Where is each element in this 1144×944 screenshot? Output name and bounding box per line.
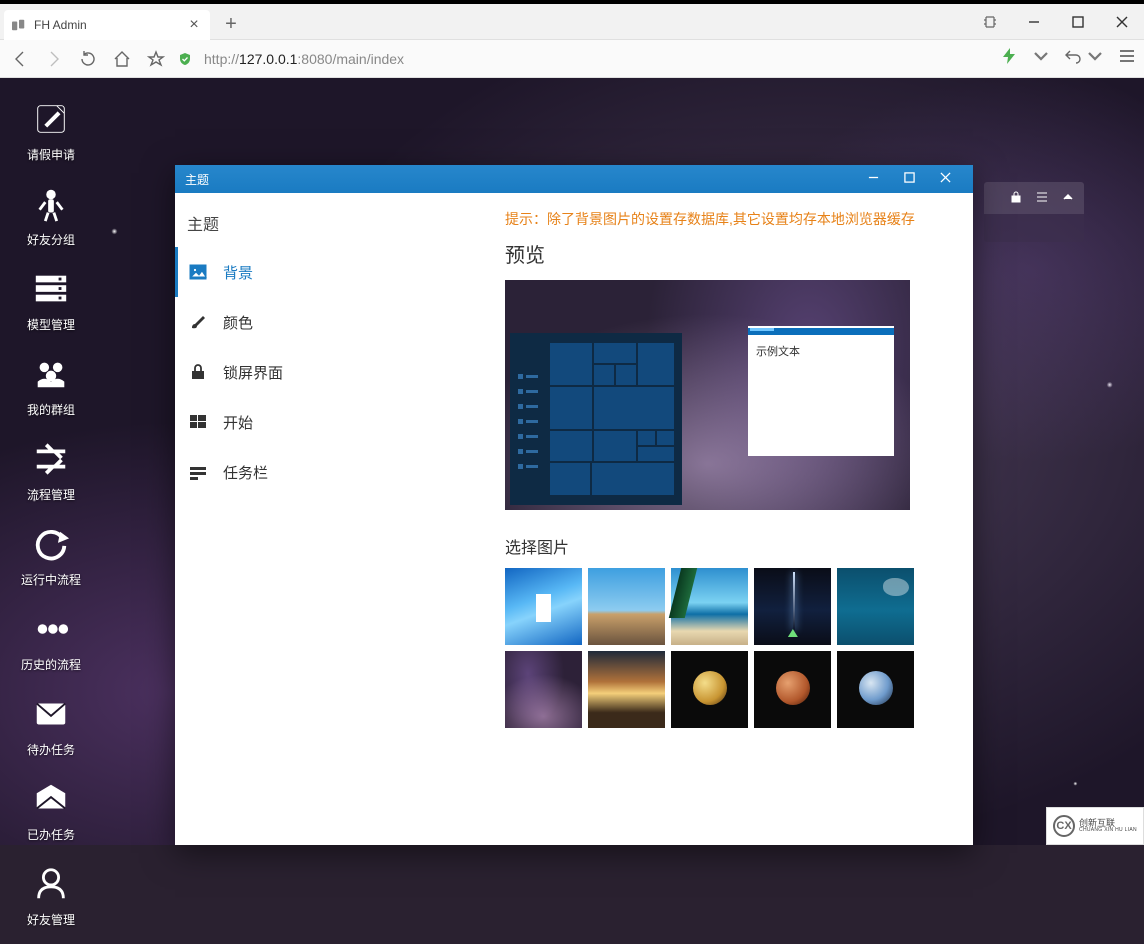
theme-preview: 示例文本 <box>505 280 910 510</box>
wallpaper-thumb[interactable] <box>588 568 665 645</box>
sidebar-item-color[interactable]: 颜色 <box>175 297 505 347</box>
browser-menu-icon[interactable] <box>1118 47 1136 70</box>
windows-icon <box>189 413 207 431</box>
sidebar-item-label: 背景 <box>223 262 253 283</box>
undo-icon[interactable] <box>1064 47 1082 70</box>
tab-favicon <box>12 19 26 31</box>
desktop-icon-grid: 请假申请 好友分组 模型管理 我的群组 流程管理 运行中流程 历史的流程 待办 <box>8 94 178 944</box>
browser-tab[interactable]: FH Admin × <box>4 10 210 40</box>
tip-text: 提示：除了背景图片的设置存数据库,其它设置均存本地浏览器缓存 <box>505 209 955 229</box>
wallpaper-thumb[interactable] <box>505 651 582 728</box>
browser-addressbar: http://127.0.0.1:8080/main/index <box>0 40 1144 78</box>
dialog-close-button[interactable] <box>927 172 963 186</box>
desktop-icon-label: 模型管理 <box>12 316 90 333</box>
window-maximize-button[interactable] <box>1056 4 1100 40</box>
new-tab-button[interactable]: + <box>216 10 246 40</box>
dialog-titlebar[interactable]: 主题 <box>175 165 973 193</box>
wallpaper-thumb[interactable] <box>837 651 914 728</box>
lock-icon[interactable] <box>1010 191 1022 206</box>
desktop-icon-label: 流程管理 <box>12 486 90 503</box>
sidebar-item-label: 开始 <box>223 412 253 433</box>
desktop-icon-label: 好友管理 <box>12 911 90 928</box>
tab-close-icon[interactable]: × <box>186 16 202 34</box>
sidebar-item-label: 锁屏界面 <box>223 362 283 383</box>
desktop-icon-label: 待办任务 <box>12 741 90 758</box>
wallpaper-thumb[interactable] <box>505 568 582 645</box>
window-minimize-button[interactable] <box>1012 4 1056 40</box>
nav-favorite-button[interactable] <box>144 50 168 68</box>
wallpaper-thumb[interactable] <box>671 568 748 645</box>
watermark: CX 创新互联 CHUANG XIN HU LIAN <box>1046 807 1144 845</box>
watermark-sub: CHUANG XIN HU LIAN <box>1079 828 1137 833</box>
menu-list-icon[interactable] <box>1036 191 1048 206</box>
desktop-icon-my-group[interactable]: 我的群组 <box>12 353 90 418</box>
desktop-icon-friend-manage[interactable]: 好友管理 <box>12 863 90 928</box>
wallpaper-thumb[interactable] <box>754 651 831 728</box>
url-host: 127.0.0.1 <box>239 51 297 67</box>
taskbar-icon <box>189 463 207 481</box>
sidebar-item-label: 任务栏 <box>223 462 268 483</box>
desktop-icon-running-flow[interactable]: 运行中流程 <box>12 523 90 588</box>
url-prefix: http:// <box>204 51 239 67</box>
sidebar-item-taskbar[interactable]: 任务栏 <box>175 447 505 497</box>
dialog-maximize-button[interactable] <box>891 172 927 186</box>
preview-heading: 预览 <box>505 239 955 268</box>
desktop-icon-label: 请假申请 <box>12 146 90 163</box>
dialog-main: 提示：除了背景图片的设置存数据库,其它设置均存本地浏览器缓存 预览 <box>505 193 973 845</box>
dialog-title: 主题 <box>185 171 855 188</box>
lock-icon <box>189 363 207 381</box>
nav-forward-button[interactable] <box>42 50 66 68</box>
wallpaper-thumb[interactable] <box>837 568 914 645</box>
sidebar-heading: 主题 <box>175 193 505 247</box>
desktop-icon-done-task[interactable]: 已办任务 <box>12 778 90 843</box>
fast-dropdown-icon[interactable] <box>1032 47 1050 70</box>
desktop: 请假申请 好友分组 模型管理 我的群组 流程管理 运行中流程 历史的流程 待办 <box>0 78 1144 845</box>
browser-extension-icon[interactable] <box>968 4 1012 40</box>
desktop-icon-leave-apply[interactable]: 请假申请 <box>12 98 90 163</box>
picture-icon <box>189 263 207 281</box>
desktop-icon-flow-manage[interactable]: 流程管理 <box>12 438 90 503</box>
background-panel <box>984 182 1084 242</box>
nav-reload-button[interactable] <box>76 50 100 68</box>
desktop-icon-label: 运行中流程 <box>12 571 90 588</box>
wallpaper-thumb[interactable] <box>671 651 748 728</box>
chevron-up-icon[interactable] <box>1062 191 1074 206</box>
desktop-icon-label: 我的群组 <box>12 401 90 418</box>
desktop-icon-label: 已办任务 <box>12 826 90 843</box>
wallpaper-thumbnails <box>505 568 925 728</box>
sidebar-item-background[interactable]: 背景 <box>175 247 505 297</box>
sidebar-item-lockscreen[interactable]: 锁屏界面 <box>175 347 505 397</box>
brush-icon <box>189 313 207 331</box>
undo-dropdown-icon[interactable] <box>1086 47 1104 70</box>
desktop-icon-label: 历史的流程 <box>12 656 90 673</box>
shield-icon <box>178 52 192 66</box>
sample-text: 示例文本 <box>748 335 894 367</box>
preview-sample-window: 示例文本 <box>748 326 894 456</box>
desktop-icon-model-manage[interactable]: 模型管理 <box>12 268 90 333</box>
tab-title: FH Admin <box>34 18 186 32</box>
choose-heading: 选择图片 <box>505 534 955 558</box>
browser-tabstrip: FH Admin × + <box>0 4 1144 40</box>
theme-dialog: 主题 主题 背景 颜色 锁屏界面 <box>175 165 973 845</box>
url-field[interactable]: http://127.0.0.1:8080/main/index <box>178 51 990 67</box>
wallpaper-thumb[interactable] <box>588 651 665 728</box>
desktop-icon-history-flow[interactable]: 历史的流程 <box>12 608 90 673</box>
sidebar-item-label: 颜色 <box>223 312 253 333</box>
sidebar-item-start[interactable]: 开始 <box>175 397 505 447</box>
wallpaper-thumb[interactable] <box>754 568 831 645</box>
fast-mode-icon[interactable] <box>1000 47 1018 70</box>
window-close-button[interactable] <box>1100 4 1144 40</box>
dialog-sidebar: 主题 背景 颜色 锁屏界面 开始 <box>175 193 505 845</box>
nav-back-button[interactable] <box>8 50 32 68</box>
dialog-minimize-button[interactable] <box>855 172 891 186</box>
desktop-icon-friend-group[interactable]: 好友分组 <box>12 183 90 248</box>
nav-home-button[interactable] <box>110 50 134 68</box>
desktop-icon-todo-task[interactable]: 待办任务 <box>12 693 90 758</box>
url-path: :8080/main/index <box>297 51 404 67</box>
desktop-icon-label: 好友分组 <box>12 231 90 248</box>
